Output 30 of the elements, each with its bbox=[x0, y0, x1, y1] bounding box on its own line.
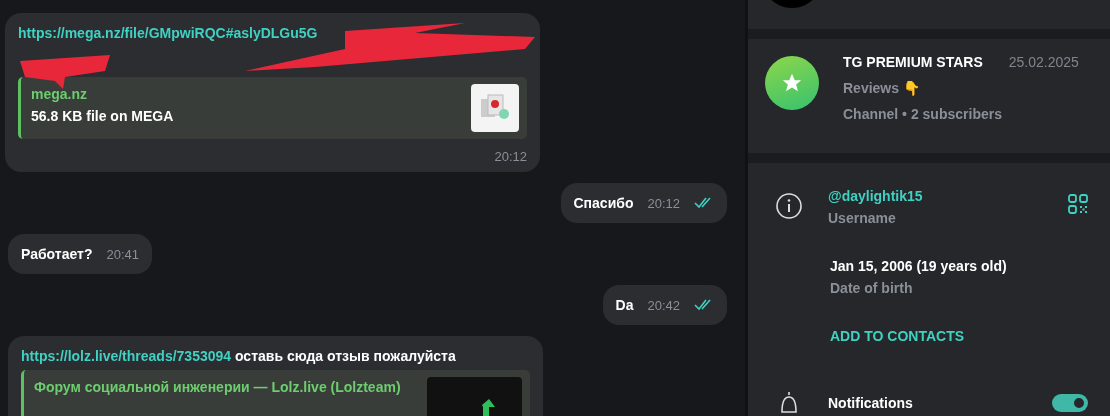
username-label: Username bbox=[828, 210, 897, 226]
channel-avatar[interactable] bbox=[765, 56, 819, 111]
channel-description: Reviews 👇 bbox=[843, 80, 921, 97]
notifications-toggle[interactable] bbox=[1052, 394, 1088, 412]
preview-description: 56.8 KB file on MEGA bbox=[31, 108, 174, 124]
message-text: Работает? bbox=[21, 246, 93, 262]
add-to-contacts-button[interactable]: ADD TO CONTACTS bbox=[830, 328, 965, 344]
notifications-label: Notifications bbox=[828, 395, 914, 411]
message-text: Da bbox=[615, 297, 634, 313]
info-icon bbox=[775, 192, 803, 220]
channel-name[interactable]: TG PREMIUM STARS bbox=[843, 54, 983, 71]
message-time: 20:12 bbox=[647, 195, 680, 211]
birth-date: Jan 15, 2006 (19 years old) bbox=[830, 258, 1008, 274]
message-text: https://lolz.live/threads/7353094 оставь сюда отзыв пожалуйста bbox=[21, 348, 456, 364]
file-thumbnail bbox=[471, 84, 519, 132]
message-text: Спасибо bbox=[573, 195, 634, 211]
channel-date: 25.02.2025 bbox=[1008, 54, 1079, 71]
birth-date-label: Date of birth bbox=[830, 280, 914, 296]
message-link[interactable]: https://mega.nz/file/GMpwiRQC#aslyDLGu5G bbox=[18, 25, 318, 41]
message-link[interactable]: https://lolz.live/threads/7353094 bbox=[21, 348, 232, 364]
qr-code-icon[interactable] bbox=[1068, 194, 1088, 214]
preview-site: mega.nz bbox=[31, 86, 88, 102]
message-time: 20:41 bbox=[106, 246, 139, 262]
message-time: 20:42 bbox=[647, 297, 680, 313]
message-time: 20:12 bbox=[494, 149, 527, 164]
username[interactable]: @daylightik15 bbox=[828, 188, 1043, 204]
channel-meta: Channel • 2 subscribers bbox=[843, 106, 1003, 123]
link-preview[interactable]: mega.nz 56.8 KB file on MEGA bbox=[18, 77, 527, 139]
link-preview[interactable]: Форум социальной инженерии — Lolz.live (Lolzteam) bbox=[21, 370, 530, 416]
preview-site: Форум социальной инженерии — Lolz.live (Lolzteam) bbox=[34, 379, 401, 395]
